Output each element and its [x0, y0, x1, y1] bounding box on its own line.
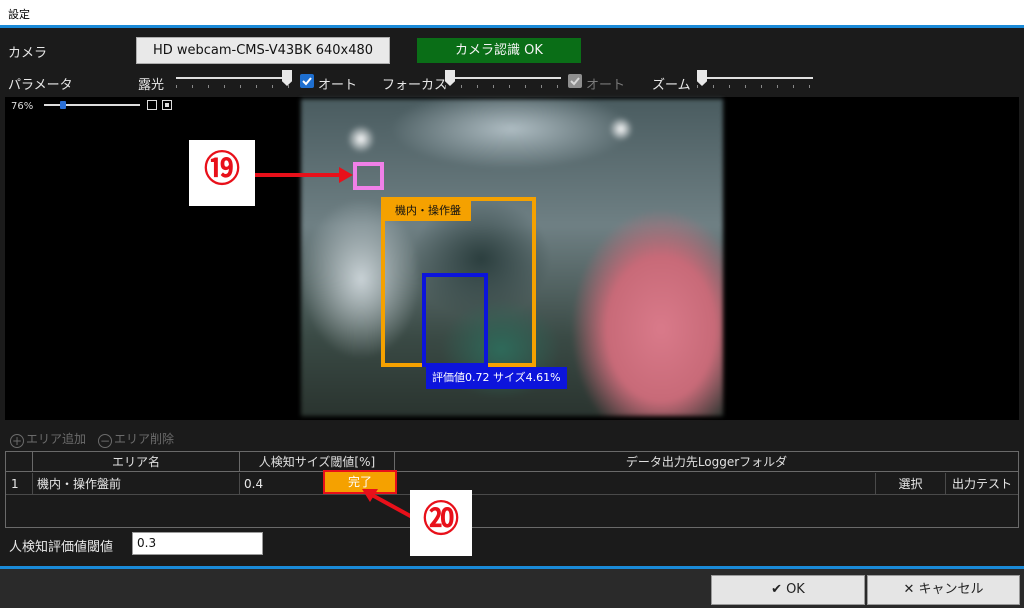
window-title: 設定 — [8, 8, 30, 21]
fit-window-icon[interactable] — [147, 100, 157, 110]
row-area-name[interactable]: 機内・操作盤前 — [33, 473, 240, 495]
focus-slider[interactable] — [445, 70, 561, 91]
add-area-label: エリア追加 — [26, 432, 87, 446]
eval-threshold-label: 人検知評価値閾値 — [9, 540, 114, 555]
camera-label: カメラ — [8, 46, 48, 61]
focus-slider-thumb[interactable] — [445, 70, 455, 86]
add-area-button[interactable]: + エリア追加 — [10, 430, 86, 448]
delete-area-button[interactable]: − エリア削除 — [98, 430, 174, 448]
exposure-slider-thumb[interactable] — [282, 70, 292, 86]
camera-device-button[interactable]: HD webcam-CMS-V43BK 640x480 — [136, 37, 390, 64]
header-area-name: エリア名 — [33, 452, 240, 472]
viewer-zoom-percent: 76% — [11, 101, 34, 112]
viewer-zoom-thumb[interactable] — [60, 101, 66, 109]
detection-area-label: 機内・操作盤 — [385, 201, 471, 221]
focus-label: フォーカス — [382, 78, 448, 93]
check-icon: ✔ — [771, 582, 783, 597]
callout-19-arrow — [255, 167, 353, 183]
person-detection-box — [422, 273, 488, 367]
minus-icon: − — [98, 434, 112, 448]
person-detection-label: 評価値0.72 サイズ4.61% — [426, 367, 567, 389]
exposure-auto-label: オート — [318, 78, 358, 93]
exposure-slider[interactable] — [176, 70, 292, 91]
callout-20-arrow — [362, 489, 415, 520]
table-row[interactable]: 1 機内・操作盤前 0.4 選択 出力テスト — [6, 473, 1018, 495]
header-size-threshold: 人検知サイズ閾値[%] — [240, 452, 395, 472]
area-table: エリア名 人検知サイズ閾値[%] データ出力先Loggerフォルダ 1 機内・操… — [5, 451, 1019, 528]
cancel-button[interactable]: ✕ キャンセル — [867, 575, 1020, 605]
table-header: エリア名 人検知サイズ閾値[%] データ出力先Loggerフォルダ — [6, 452, 1018, 472]
callout-19: ⑲ — [189, 140, 255, 206]
select-folder-button[interactable]: 選択 — [876, 473, 946, 495]
parameter-label: パラメータ — [8, 78, 73, 93]
eval-threshold-input[interactable]: 0.3 — [132, 532, 263, 555]
row-index: 1 — [6, 473, 33, 495]
ok-button[interactable]: ✔ OK — [711, 575, 865, 605]
delete-area-label: エリア削除 — [114, 432, 175, 446]
output-test-button[interactable]: 出力テスト — [946, 473, 1018, 495]
actual-size-icon[interactable] — [162, 100, 172, 110]
close-icon: ✕ — [903, 582, 915, 597]
viewer-zoom-slider[interactable] — [44, 104, 140, 106]
plus-icon: + — [10, 434, 24, 448]
camera-status-badge: カメラ認識 OK — [417, 38, 581, 63]
title-bar: 設定 — [0, 0, 1024, 28]
exposure-auto-checkbox[interactable] — [300, 74, 314, 88]
header-index — [6, 452, 33, 472]
ok-label: OK — [786, 582, 805, 597]
cancel-label: キャンセル — [918, 582, 984, 597]
zoom-slider[interactable] — [697, 70, 813, 91]
callout-20: ⑳ — [410, 490, 472, 556]
zoom-label: ズーム — [652, 78, 691, 93]
focus-auto-checkbox[interactable] — [568, 74, 582, 88]
pink-marker — [353, 162, 384, 190]
zoom-slider-thumb[interactable] — [697, 70, 707, 86]
focus-auto-label: オート — [586, 78, 626, 93]
header-output-folder: データ出力先Loggerフォルダ — [625, 455, 788, 469]
exposure-label: 露光 — [138, 78, 165, 93]
